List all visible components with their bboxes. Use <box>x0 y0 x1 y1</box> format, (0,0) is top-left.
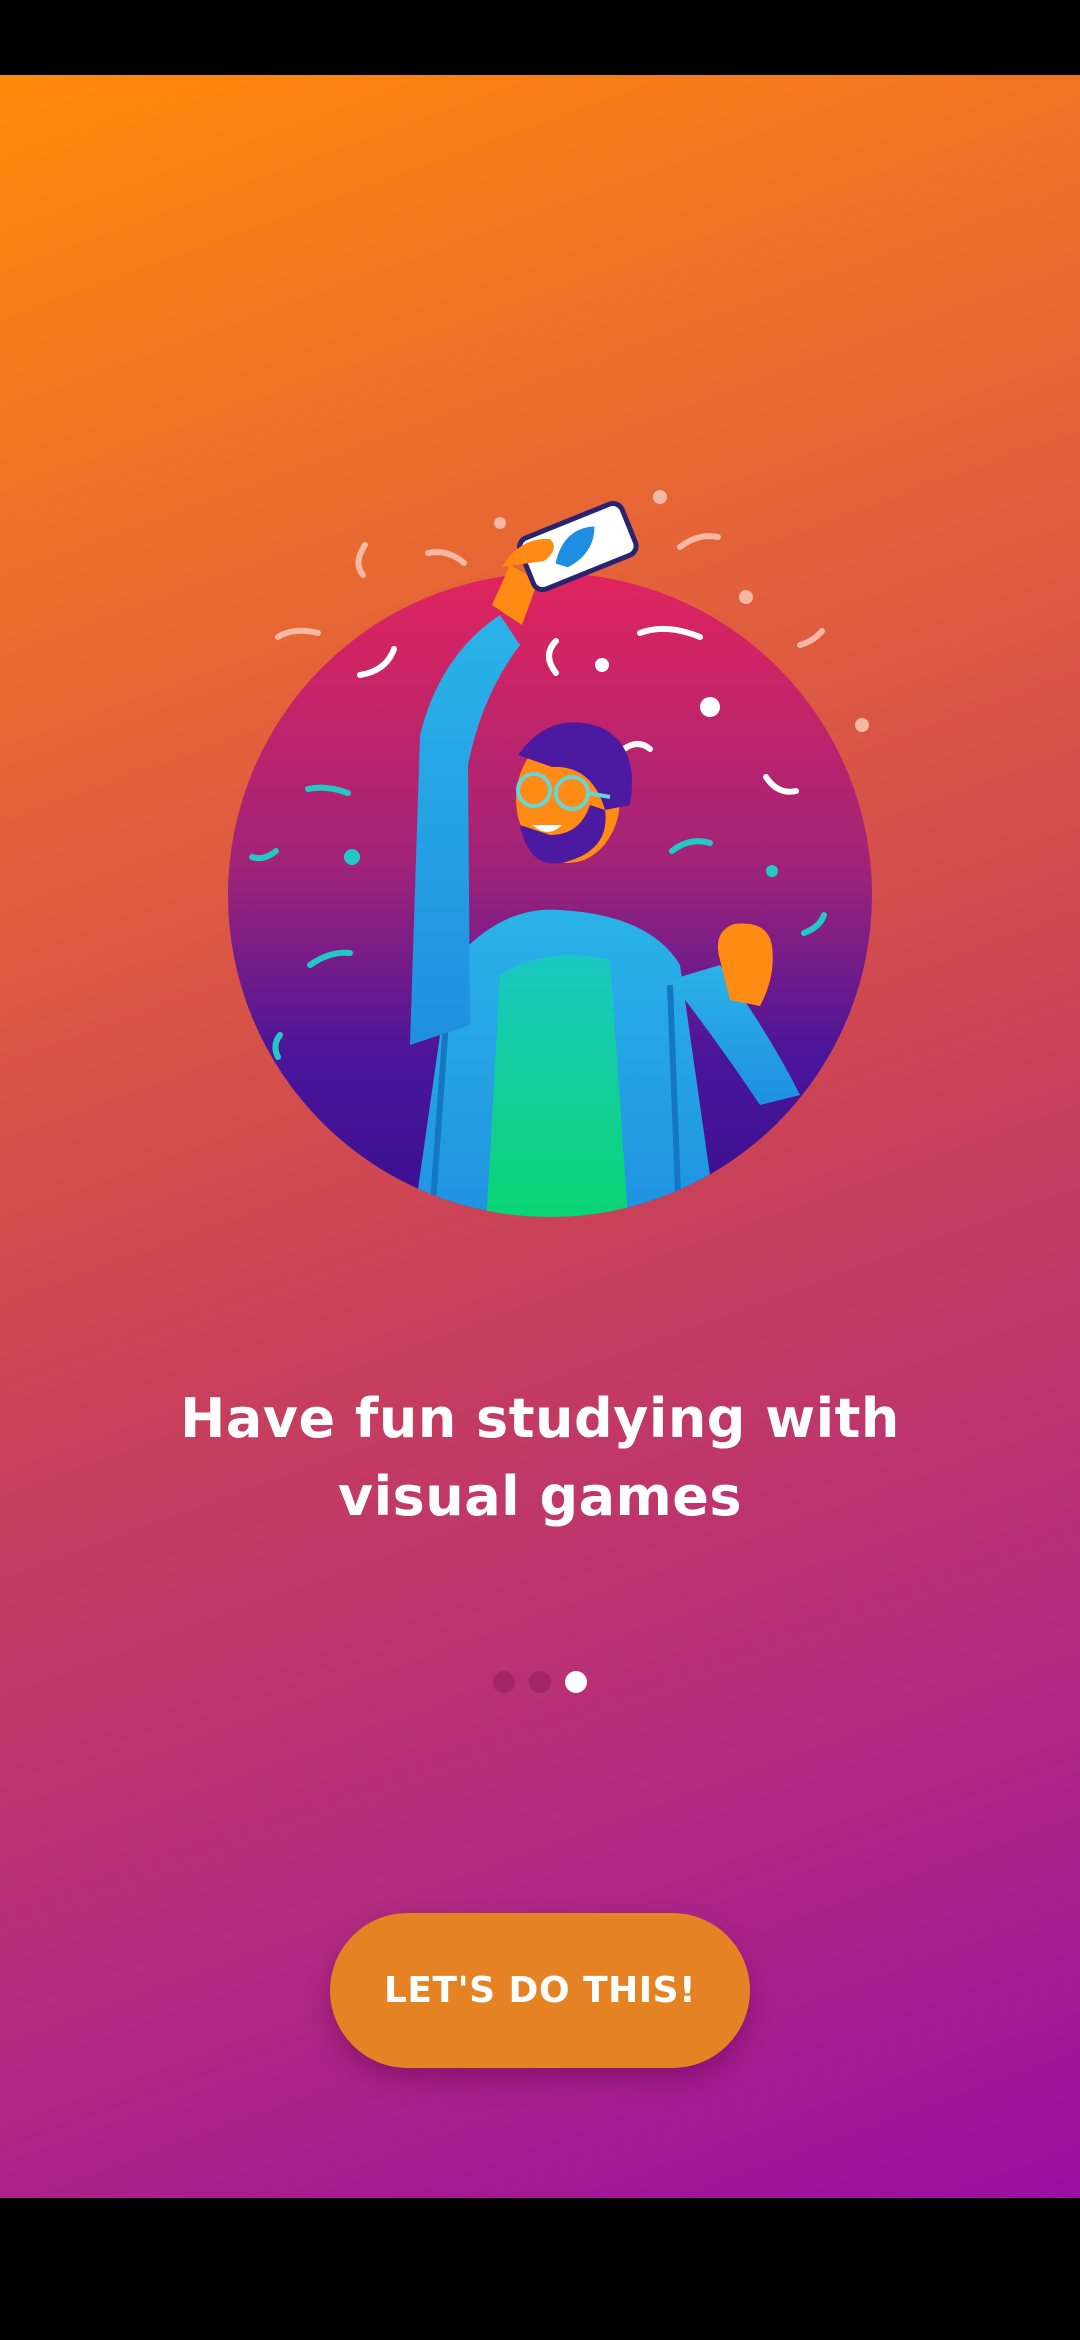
onboarding-headline: Have fun studying with visual games <box>180 1387 900 1528</box>
page-dot[interactable] <box>493 1671 515 1693</box>
onboarding-screen: Have fun studying with visual games LET'… <box>0 75 1080 2198</box>
page-dot-active[interactable] <box>565 1671 587 1693</box>
status-bar <box>0 0 1080 75</box>
celebration-illustration <box>228 490 872 1217</box>
navigation-bar <box>0 2198 1080 2340</box>
page-dot[interactable] <box>529 1671 551 1693</box>
lets-do-this-button[interactable]: LET'S DO THIS! <box>330 1913 750 2068</box>
page-indicator <box>0 1670 1080 1694</box>
